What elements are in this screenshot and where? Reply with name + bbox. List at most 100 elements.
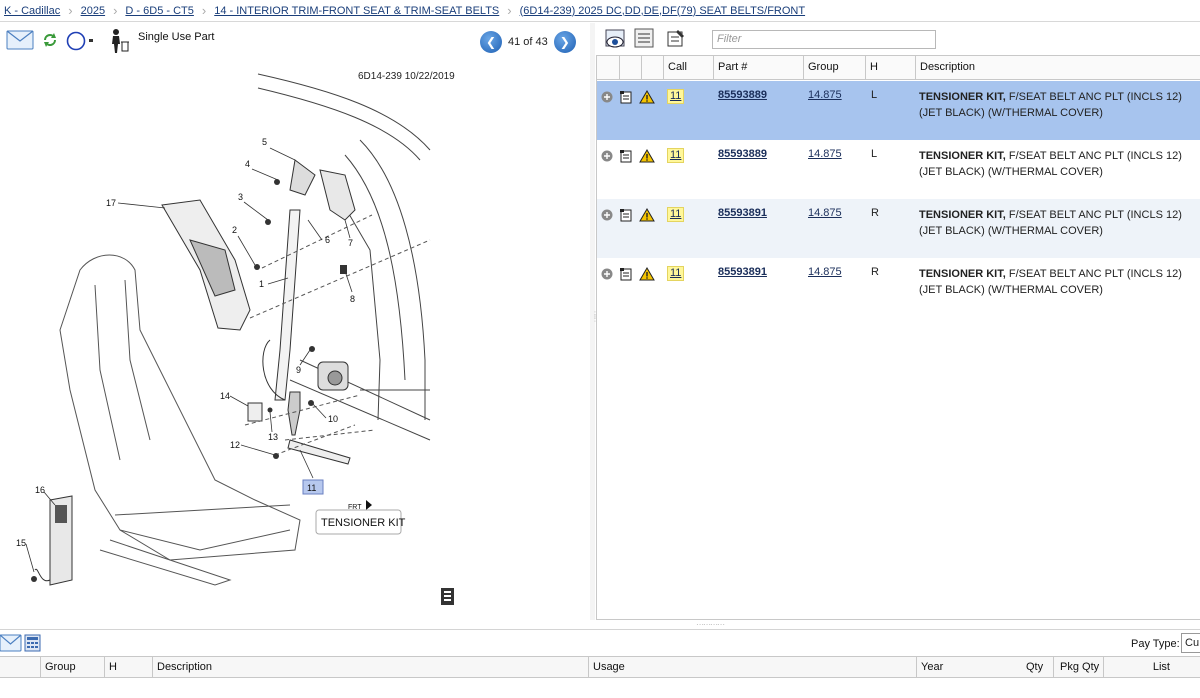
callout-7[interactable]: 7 [348, 238, 353, 248]
header-part-number[interactable]: Part # [713, 56, 803, 80]
warning-icon[interactable] [639, 90, 655, 104]
page-indicator: 41 of 43 [508, 36, 548, 48]
parts-toolbar: Filter [596, 23, 1200, 55]
parts-table: Call Part # Group H Description 11 85593… [596, 55, 1200, 620]
table-row[interactable]: 11 85593889 14.875 L TENSIONER KIT, F/SE… [597, 140, 1200, 199]
call-link[interactable]: 11 [667, 148, 685, 163]
group-link[interactable]: 14.875 [808, 89, 842, 101]
hand-value: R [871, 207, 879, 219]
callout-4[interactable]: 4 [245, 159, 250, 169]
call-link[interactable]: 11 [667, 266, 685, 281]
header-group[interactable]: Group [803, 56, 865, 80]
horizontal-splitter[interactable]: ⋯⋯⋯⋯ [596, 620, 1200, 629]
expand-plus-icon[interactable] [601, 150, 613, 162]
callout-9[interactable]: 9 [296, 365, 301, 375]
notes-icon[interactable] [619, 267, 633, 281]
part-description: TENSIONER KIT, F/SEAT BELT ANC PLT (INCL… [919, 91, 1182, 119]
warning-icon[interactable] [639, 149, 655, 163]
callout-1[interactable]: 1 [259, 279, 264, 289]
header-description[interactable]: Description [915, 56, 1200, 80]
header-call[interactable]: Call [663, 56, 713, 80]
callout-11-highlighted[interactable]: 11 [307, 483, 316, 493]
header-qty[interactable]: Qty [1026, 657, 1043, 679]
notes-icon[interactable] [619, 90, 633, 104]
table-row[interactable]: 11 85593891 14.875 R TENSIONER KIT, F/SE… [597, 258, 1200, 317]
chevron-right-icon: › [201, 3, 207, 18]
callout-12[interactable]: 12 [230, 440, 240, 450]
table-row[interactable]: 11 85593891 14.875 R TENSIONER KIT, F/SE… [597, 199, 1200, 258]
part-number-link[interactable]: 85593889 [718, 148, 767, 160]
callout-15[interactable]: 15 [16, 538, 26, 548]
refresh-icon[interactable] [42, 32, 58, 48]
notes-icon[interactable] [619, 149, 633, 163]
page-navigator: ❮ 41 of 43 ❯ [480, 31, 576, 53]
header-group[interactable]: Group [40, 657, 104, 679]
breadcrumb-model[interactable]: D - 6D5 - CT5 [125, 5, 193, 17]
warning-icon[interactable] [639, 208, 655, 222]
call-link[interactable]: 11 [667, 89, 685, 104]
callout-6[interactable]: 6 [325, 235, 330, 245]
callout-14[interactable]: 14 [220, 391, 230, 401]
vertical-splitter[interactable]: ⋮ ⋮ [590, 23, 599, 620]
hand-value: R [871, 266, 879, 278]
group-link[interactable]: 14.875 [808, 207, 842, 219]
header-description[interactable]: Description [152, 657, 588, 679]
filter-input[interactable]: Filter [712, 30, 936, 49]
header-h[interactable]: H [865, 56, 915, 80]
hover-part-label: TENSIONER KIT [321, 517, 406, 529]
expand-plus-icon[interactable] [601, 91, 613, 103]
document-icon[interactable] [441, 588, 454, 605]
parts-illustration[interactable]: 6D14-239 10/22/2019 1 2 3 4 5 6 7 8 9 10… [0, 60, 590, 620]
pay-type-select[interactable]: Cu [1181, 633, 1200, 653]
notes-icon[interactable] [666, 28, 686, 48]
hand-value: L [871, 89, 878, 101]
header-year[interactable]: Year [916, 657, 992, 679]
calculator-icon[interactable] [24, 634, 41, 652]
previous-page-button[interactable]: ❮ [480, 31, 502, 53]
part-number-link[interactable]: 85593889 [718, 89, 767, 101]
list-icon[interactable] [634, 28, 654, 48]
illustration-id-date: 6D14-239 10/22/2019 [358, 71, 455, 82]
group-link[interactable]: 14.875 [808, 148, 842, 160]
header-list[interactable]: List [1103, 657, 1200, 679]
callout-8[interactable]: 8 [350, 294, 355, 304]
header-usage[interactable]: Usage [588, 657, 916, 679]
circle-icon[interactable] [66, 31, 96, 51]
view-diagram-icon[interactable] [604, 28, 626, 50]
cart-table-header: Group H Description Usage Year Qty Pkg Q… [0, 656, 1200, 679]
expand-plus-icon[interactable] [601, 209, 613, 221]
part-number-link[interactable]: 85593891 [718, 207, 767, 219]
callout-10[interactable]: 10 [328, 414, 338, 424]
notes-icon[interactable] [619, 208, 633, 222]
callout-2[interactable]: 2 [232, 225, 237, 235]
callout-13[interactable]: 13 [268, 432, 278, 442]
arrow-right-icon: ❯ [559, 35, 570, 49]
cart-toolbar: Pay Type: Cu [0, 629, 1200, 656]
callout-16[interactable]: 16 [35, 485, 45, 495]
header-h[interactable]: H [104, 657, 152, 679]
front-arrow-icon [366, 500, 372, 510]
callout-17[interactable]: 17 [106, 198, 116, 208]
expand-plus-icon[interactable] [601, 268, 613, 280]
pay-type-label: Pay Type: [1131, 638, 1180, 650]
breadcrumb-group[interactable]: 14 - INTERIOR TRIM-FRONT SEAT & TRIM-SEA… [214, 5, 499, 17]
arrow-left-icon: ❮ [485, 35, 497, 49]
callout-3[interactable]: 3 [238, 192, 243, 202]
callout-5[interactable]: 5 [262, 137, 267, 147]
part-number-link[interactable]: 85593891 [718, 266, 767, 278]
email-icon[interactable] [0, 634, 22, 652]
table-row[interactable]: 11 85593889 14.875 L TENSIONER KIT, F/SE… [597, 81, 1200, 140]
warning-icon[interactable] [639, 267, 655, 281]
breadcrumb-year[interactable]: 2025 [81, 5, 105, 17]
seat-belt-illustration[interactable]: 6D14-239 10/22/2019 1 2 3 4 5 6 7 8 9 10… [0, 60, 590, 620]
cart-table-body [0, 678, 1200, 698]
single-use-person-icon [112, 29, 129, 53]
group-link[interactable]: 14.875 [808, 266, 842, 278]
breadcrumb-illustration[interactable]: (6D14-239) 2025 DC,DD,DE,DF(79) SEAT BEL… [520, 5, 805, 17]
breadcrumb-make[interactable]: K - Cadillac [4, 5, 60, 17]
email-icon[interactable] [6, 30, 34, 50]
chevron-right-icon: › [113, 3, 118, 18]
header-pkg-qty[interactable]: Pkg Qty [1053, 657, 1103, 679]
next-page-button[interactable]: ❯ [553, 31, 576, 53]
call-link[interactable]: 11 [667, 207, 685, 222]
